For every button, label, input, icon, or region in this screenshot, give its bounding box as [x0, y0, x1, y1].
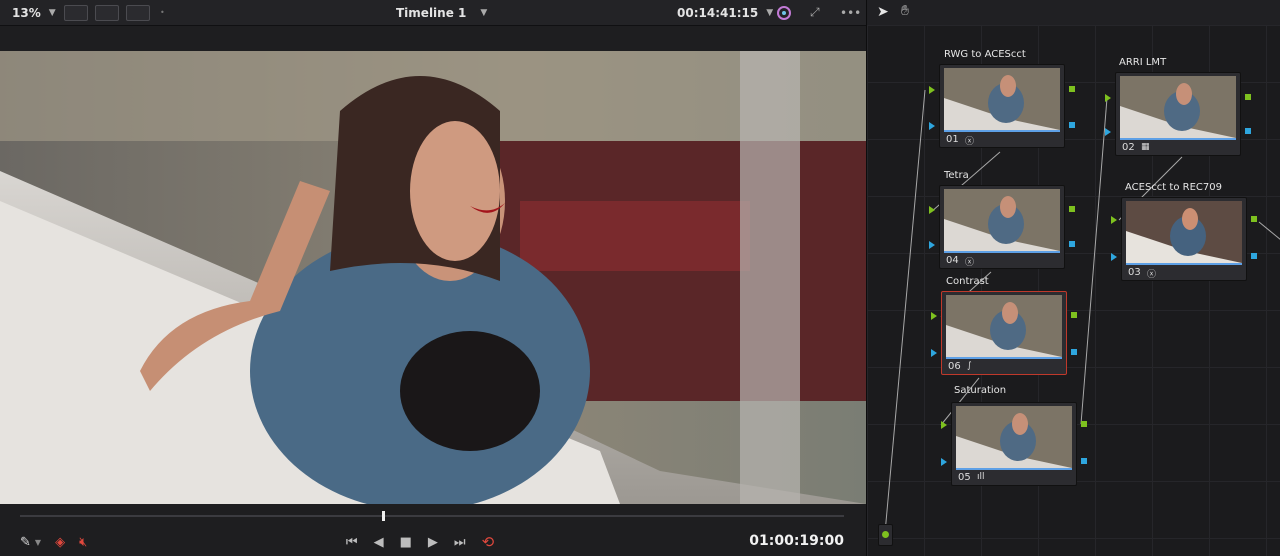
node-02[interactable]: 02 ▦ [1115, 72, 1241, 156]
node-01-output-rgb[interactable] [1069, 86, 1075, 92]
node-05-input-rgb[interactable] [941, 421, 947, 429]
node-03[interactable]: 03 ⓧ [1121, 197, 1247, 281]
scrubber-track[interactable] [20, 515, 844, 517]
grid-view-button[interactable] [95, 5, 119, 21]
transport-controls: ⏮︎ ◀ ■ ▶ ⏭︎ ⟲ [330, 533, 510, 551]
node-number: 01 [946, 134, 959, 145]
source-input-node[interactable] [878, 524, 893, 546]
viewer-panel: 13% ▼ • Timeline 1 ▼ 00:14:41:15 ▼ ⤢ ••• [0, 0, 866, 556]
eyedropper-icon[interactable]: ✎ [20, 535, 31, 550]
node-thumbnail [1120, 76, 1236, 138]
node-05-output-key[interactable] [1081, 458, 1087, 464]
node-04-input-rgb[interactable] [929, 206, 935, 214]
split-view-button[interactable] [126, 5, 150, 21]
node-thumbnail [944, 68, 1060, 130]
node-02-output-rgb[interactable] [1245, 94, 1251, 100]
node-03-label: ACEScct to REC709 [1125, 182, 1222, 193]
loop-icon[interactable]: ⟲ [482, 533, 495, 551]
chevron-down-icon: ▼ [766, 7, 774, 18]
node-02-input-rgb[interactable] [1105, 94, 1111, 102]
node-number: 05 [958, 472, 971, 483]
node-type-icon: ıll [977, 472, 985, 482]
node-type-icon: ⓧ [965, 137, 975, 147]
node-02-output-key[interactable] [1245, 128, 1251, 134]
fullscreen-icon[interactable]: ⤢ [810, 0, 820, 25]
node-03-input-key[interactable] [1111, 253, 1117, 261]
node-number: 02 [1122, 142, 1135, 153]
node-number: 06 [948, 361, 961, 372]
layers-icon[interactable]: ◈ [55, 535, 65, 550]
node-number: 04 [946, 255, 959, 266]
node-06-input-key[interactable] [931, 349, 937, 357]
zoom-dropdown[interactable]: 13% ▼ [12, 0, 56, 25]
dot-icon: • [160, 8, 165, 17]
node-04-output-rgb[interactable] [1069, 206, 1075, 212]
source-timecode: 00:14:41:15 [677, 5, 759, 20]
node-04[interactable]: 04 ⓧ [939, 185, 1065, 269]
node-03-output-rgb[interactable] [1251, 216, 1257, 222]
source-timecode-dropdown[interactable]: 00:14:41:15 ▼ [677, 0, 773, 25]
node-thumbnail [944, 189, 1060, 251]
chevron-down-icon: ▼ [480, 7, 488, 18]
node-04-input-key[interactable] [929, 241, 935, 249]
node-02-label: ARRI LMT [1119, 57, 1167, 68]
stop-icon[interactable]: ■ [400, 535, 412, 550]
viewer-toolbar: 13% ▼ • Timeline 1 ▼ 00:14:41:15 ▼ ⤢ ••• [0, 0, 866, 26]
chevron-down-icon: ▼ [48, 7, 56, 18]
mute-icon[interactable]: 🔇︎ [79, 535, 87, 550]
node-thumbnail [1126, 201, 1242, 263]
playhead[interactable] [381, 511, 385, 521]
node-type-icon: ⓧ [965, 258, 975, 268]
node-01[interactable]: 01 ⓧ [939, 64, 1065, 148]
play-icon[interactable]: ▶ [428, 535, 438, 550]
node-04-output-key[interactable] [1069, 241, 1075, 247]
node-05-input-key[interactable] [941, 458, 947, 466]
node-06-output-key[interactable] [1071, 349, 1077, 355]
node-type-icon: ∫ [967, 361, 972, 371]
timeline-selector[interactable]: Timeline 1 ▼ [396, 0, 487, 25]
node-01-input-key[interactable] [929, 122, 935, 130]
timeline-name: Timeline 1 [396, 5, 467, 20]
node-01-output-key[interactable] [1069, 122, 1075, 128]
source-output-port[interactable] [882, 531, 889, 538]
node-06[interactable]: 06 ∫ [941, 291, 1067, 375]
viewer-left-tools: ✎ ▼ ◈ 🔇︎ [20, 533, 110, 551]
node-01-input-rgb[interactable] [929, 86, 935, 94]
color-wheel-icon[interactable] [776, 0, 792, 25]
node-01-label: RWG to ACEScct [944, 49, 1026, 60]
node-05-label: Saturation [954, 385, 1007, 396]
node-05-output-rgb[interactable] [1081, 421, 1087, 427]
node-03-output-key[interactable] [1251, 253, 1257, 259]
more-options-icon[interactable]: ••• [840, 0, 861, 25]
node-type-icon: ▦ [1141, 142, 1150, 152]
node-thumbnail [956, 406, 1072, 468]
node-05[interactable]: 05 ıll [951, 402, 1077, 486]
record-timecode: 01:00:19:00 [749, 533, 844, 549]
node-number: 03 [1128, 267, 1141, 278]
node-06-output-rgb[interactable] [1071, 312, 1077, 318]
viewer-image[interactable] [0, 51, 866, 504]
node-thumbnail [946, 295, 1062, 357]
zoom-value: 13% [12, 5, 41, 20]
skip-to-start-icon[interactable]: ⏮︎ [346, 535, 358, 550]
node-04-label: Tetra [944, 170, 969, 181]
node-06-label: Contrast [946, 276, 989, 287]
node-03-input-rgb[interactable] [1111, 216, 1117, 224]
skip-to-end-icon[interactable]: ⏭︎ [454, 535, 466, 550]
chevron-down-icon[interactable]: ▼ [35, 538, 41, 547]
node-type-icon: ⓧ [1147, 270, 1157, 280]
step-back-icon[interactable]: ◀ [374, 535, 384, 550]
node-06-input-rgb[interactable] [931, 312, 937, 320]
node-editor-panel: ➤ ✋︎ RWG to ACEScct 01 ⓧ ARRI LMT 02 ▦ A… [866, 0, 1280, 556]
node-02-input-key[interactable] [1105, 128, 1111, 136]
single-viewer-button[interactable] [64, 5, 88, 21]
